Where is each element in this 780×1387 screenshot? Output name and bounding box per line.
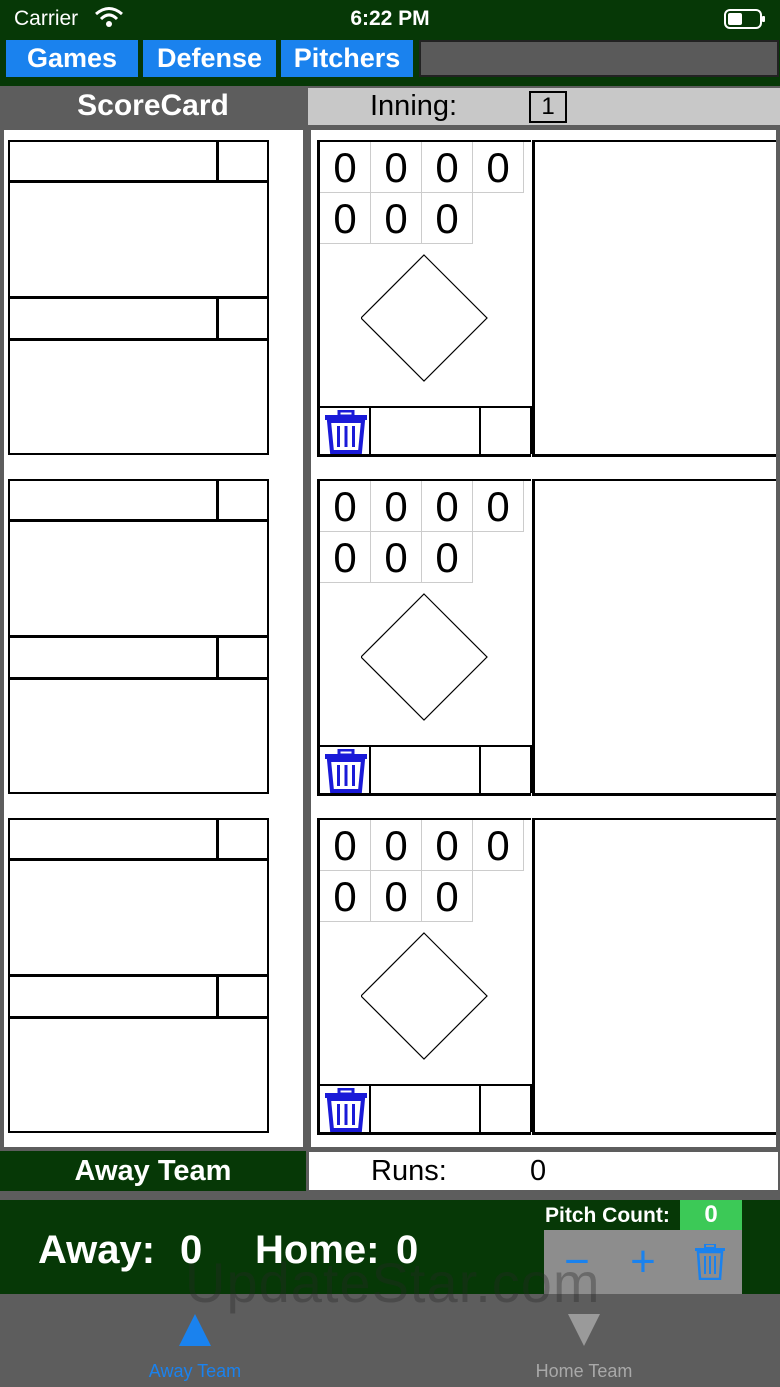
pitch-count-controls: − +	[544, 1230, 742, 1294]
delete-at-bat-button[interactable]	[320, 1084, 371, 1132]
clock: 6:22 PM	[350, 7, 430, 30]
pitch-count-reset-button[interactable]	[676, 1230, 742, 1294]
strike-count-cell[interactable]: 0	[320, 193, 371, 244]
result-field[interactable]	[371, 1084, 481, 1132]
at-bat-box[interactable]: 0 0 0 0 0 0 0	[317, 818, 536, 1135]
lineup-panel	[4, 130, 303, 1147]
inning-label: Inning:	[370, 90, 458, 122]
rbi-field[interactable]	[481, 1084, 532, 1132]
result-field[interactable]	[371, 745, 481, 793]
inning-bar: Inning: 1	[308, 88, 780, 125]
team-name: Away Team	[0, 1151, 306, 1191]
away-score-value: 0	[180, 1228, 203, 1272]
triangle-down-icon	[568, 1314, 600, 1346]
ball-count-cell[interactable]: 0	[473, 142, 524, 193]
score-bar: Away: 0 Home: 0 Pitch Count: 0 − +	[0, 1200, 780, 1294]
delete-at-bat-button[interactable]	[320, 406, 371, 454]
ball-count-cell[interactable]: 0	[473, 820, 524, 871]
trash-icon	[325, 749, 367, 793]
notes-area[interactable]	[535, 818, 776, 1135]
inning-value[interactable]: 1	[529, 91, 567, 123]
strike-count-cell[interactable]: 0	[320, 532, 371, 583]
ball-count-cell[interactable]: 0	[371, 481, 422, 532]
pitch-count-label: Pitch Count:	[545, 1204, 670, 1227]
result-field[interactable]	[371, 406, 481, 454]
runs-bar: Runs: 0	[309, 1152, 778, 1190]
strike-count-cell[interactable]: 0	[320, 871, 371, 922]
status-bar: Carrier 6:22 PM	[0, 0, 780, 38]
notes-area[interactable]	[535, 140, 776, 457]
pitch-count-decrement-button[interactable]: −	[544, 1230, 610, 1294]
battery-icon	[724, 9, 765, 29]
ball-count-cell[interactable]: 0	[371, 142, 422, 193]
ball-count-cell[interactable]: 0	[473, 481, 524, 532]
strike-count-cell[interactable]: 0	[422, 532, 473, 583]
batter-card[interactable]	[8, 479, 269, 794]
pitch-count-value: 0	[680, 1200, 742, 1230]
pitchers-button[interactable]: Pitchers	[281, 40, 413, 77]
trash-icon	[325, 410, 367, 454]
rbi-field[interactable]	[481, 406, 532, 454]
pitch-count-increment-button[interactable]: +	[610, 1230, 676, 1294]
ball-count-cell[interactable]: 0	[422, 820, 473, 871]
notes-area[interactable]	[535, 479, 776, 796]
ball-count-cell[interactable]: 0	[320, 142, 371, 193]
tab-away-team-label: Away Team	[148, 1361, 242, 1381]
base-diamond[interactable]	[361, 592, 501, 732]
ball-count-cell[interactable]: 0	[320, 481, 371, 532]
base-diamond[interactable]	[361, 931, 501, 1071]
strike-count-cell[interactable]: 0	[422, 193, 473, 244]
home-score-value: 0	[396, 1228, 419, 1272]
ball-count-cell[interactable]: 0	[371, 820, 422, 871]
tab-home-team[interactable]: Home Team	[484, 1294, 684, 1387]
batter-name-field[interactable]	[10, 481, 216, 519]
triangle-up-icon	[179, 1314, 211, 1346]
home-score-label: Home:	[255, 1228, 380, 1272]
strike-count-cell[interactable]: 0	[422, 871, 473, 922]
trash-icon	[325, 1088, 367, 1132]
batter-position-field[interactable]	[219, 142, 269, 180]
batter-position-field[interactable]	[219, 820, 269, 858]
at-bat-box[interactable]: 0 0 0 0 0 0 0	[317, 479, 536, 796]
strike-count-cell[interactable]: 0	[371, 871, 422, 922]
scorecard-title: ScoreCard	[0, 87, 306, 125]
rbi-field[interactable]	[481, 745, 532, 793]
ball-count-cell[interactable]: 0	[422, 481, 473, 532]
batter-position-field[interactable]	[219, 481, 269, 519]
runs-value: 0	[530, 1155, 547, 1187]
at-bat-box[interactable]: 0 0 0 0 0 0 0	[317, 140, 536, 457]
base-diamond[interactable]	[361, 253, 501, 393]
defense-button[interactable]: Defense	[143, 40, 276, 77]
strike-count-cell[interactable]: 0	[371, 193, 422, 244]
batter-name-field[interactable]	[10, 142, 216, 180]
top-nav: Games Defense Pitchers	[0, 38, 780, 86]
tab-bar: Away Team Home Team	[0, 1294, 780, 1387]
batter-card[interactable]	[8, 818, 269, 1133]
delete-at-bat-button[interactable]	[320, 745, 371, 793]
batter-card[interactable]	[8, 140, 269, 455]
trash-icon	[695, 1244, 725, 1280]
ball-count-cell[interactable]: 0	[422, 142, 473, 193]
tab-away-team[interactable]: Away Team	[95, 1294, 295, 1387]
away-score-label: Away:	[38, 1228, 156, 1272]
batter-name-field[interactable]	[10, 820, 216, 858]
nav-text-field[interactable]	[419, 40, 779, 77]
games-button[interactable]: Games	[6, 40, 138, 77]
ball-count-cell[interactable]: 0	[320, 820, 371, 871]
tab-home-team-label: Home Team	[535, 1361, 633, 1381]
runs-label: Runs:	[371, 1155, 447, 1187]
at-bat-panel: 0 0 0 0 0 0 0 0 0 0 0 0 0 0 0 0 0 0 0 0 …	[311, 130, 776, 1147]
strike-count-cell[interactable]: 0	[371, 532, 422, 583]
